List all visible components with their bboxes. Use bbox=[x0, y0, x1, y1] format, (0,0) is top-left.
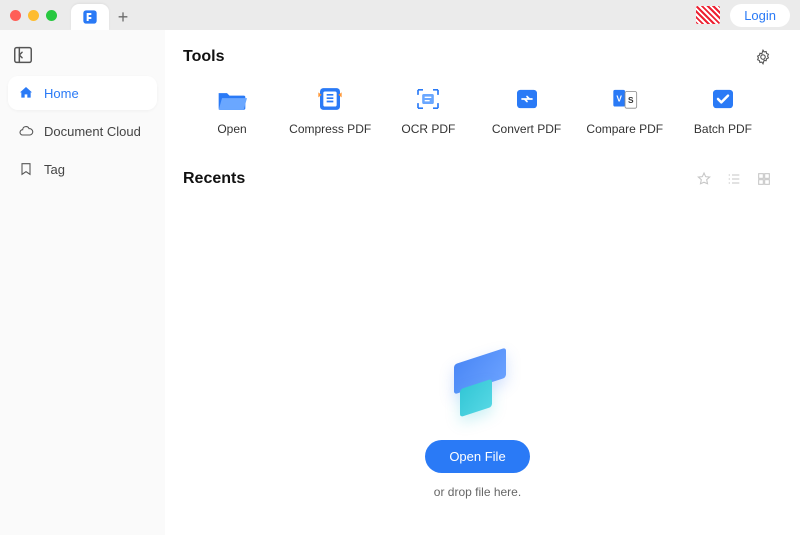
recents-title: Recents bbox=[183, 170, 245, 188]
maximize-window-icon[interactable] bbox=[46, 10, 57, 21]
tool-label: Compress PDF bbox=[289, 122, 371, 136]
tool-compress-pdf[interactable]: Compress PDF bbox=[285, 86, 375, 136]
tool-label: Compare PDF bbox=[586, 122, 663, 136]
tools-title: Tools bbox=[183, 48, 224, 66]
grid-view-icon[interactable] bbox=[756, 171, 772, 187]
app-logo-icon bbox=[82, 9, 98, 25]
svg-text:S: S bbox=[628, 95, 634, 105]
compare-icon: VS bbox=[610, 86, 640, 112]
drop-hint: or drop file here. bbox=[434, 485, 521, 499]
home-icon bbox=[18, 85, 34, 101]
tool-label: Batch PDF bbox=[694, 122, 752, 136]
tool-batch-pdf[interactable]: Batch PDF bbox=[678, 86, 768, 136]
close-window-icon[interactable] bbox=[10, 10, 21, 21]
open-file-button[interactable]: Open File bbox=[425, 440, 529, 473]
sidebar-item-label: Home bbox=[44, 86, 79, 101]
shop-now-badge[interactable] bbox=[696, 6, 720, 24]
svg-text:V: V bbox=[616, 94, 622, 104]
main-panel: Tools Open Compress PDF bbox=[165, 30, 800, 535]
recents-view-actions bbox=[696, 171, 772, 187]
tool-convert-pdf[interactable]: Convert PDF bbox=[482, 86, 572, 136]
tool-label: Convert PDF bbox=[492, 122, 561, 136]
sidebar-item-home[interactable]: Home bbox=[8, 76, 157, 110]
folder-open-icon bbox=[217, 86, 247, 112]
login-button[interactable]: Login bbox=[730, 4, 790, 27]
tool-label: Open bbox=[217, 122, 246, 136]
sidebar-item-document-cloud[interactable]: Document Cloud bbox=[8, 114, 157, 148]
drop-zone[interactable]: Open File or drop file here. bbox=[183, 188, 772, 535]
bookmark-icon bbox=[18, 161, 34, 177]
cloud-icon bbox=[18, 123, 34, 139]
batch-icon bbox=[708, 86, 738, 112]
settings-icon[interactable] bbox=[754, 48, 772, 66]
tools-row: Open Compress PDF OCR PDF Convert PDF bbox=[183, 86, 772, 136]
tool-compare-pdf[interactable]: VS Compare PDF bbox=[580, 86, 670, 136]
sidebar-item-label: Tag bbox=[44, 162, 65, 177]
tab-home[interactable] bbox=[71, 4, 109, 30]
sidebar-item-tag[interactable]: Tag bbox=[8, 152, 157, 186]
tool-label: OCR PDF bbox=[401, 122, 455, 136]
tab-strip: + bbox=[71, 0, 137, 30]
tool-ocr-pdf[interactable]: OCR PDF bbox=[383, 86, 473, 136]
list-view-icon[interactable] bbox=[726, 171, 742, 187]
window-controls bbox=[10, 10, 57, 21]
tool-open[interactable]: Open bbox=[187, 86, 277, 136]
minimize-window-icon[interactable] bbox=[28, 10, 39, 21]
empty-state-illustration bbox=[438, 344, 518, 424]
sidebar-item-label: Document Cloud bbox=[44, 124, 141, 139]
titlebar: + Login bbox=[0, 0, 800, 30]
compress-icon bbox=[315, 86, 345, 112]
collapse-sidebar-button[interactable] bbox=[12, 44, 34, 66]
new-tab-button[interactable]: + bbox=[109, 4, 137, 30]
sidebar: Home Document Cloud Tag bbox=[0, 30, 165, 535]
convert-icon bbox=[512, 86, 542, 112]
star-icon[interactable] bbox=[696, 171, 712, 187]
ocr-icon bbox=[413, 86, 443, 112]
